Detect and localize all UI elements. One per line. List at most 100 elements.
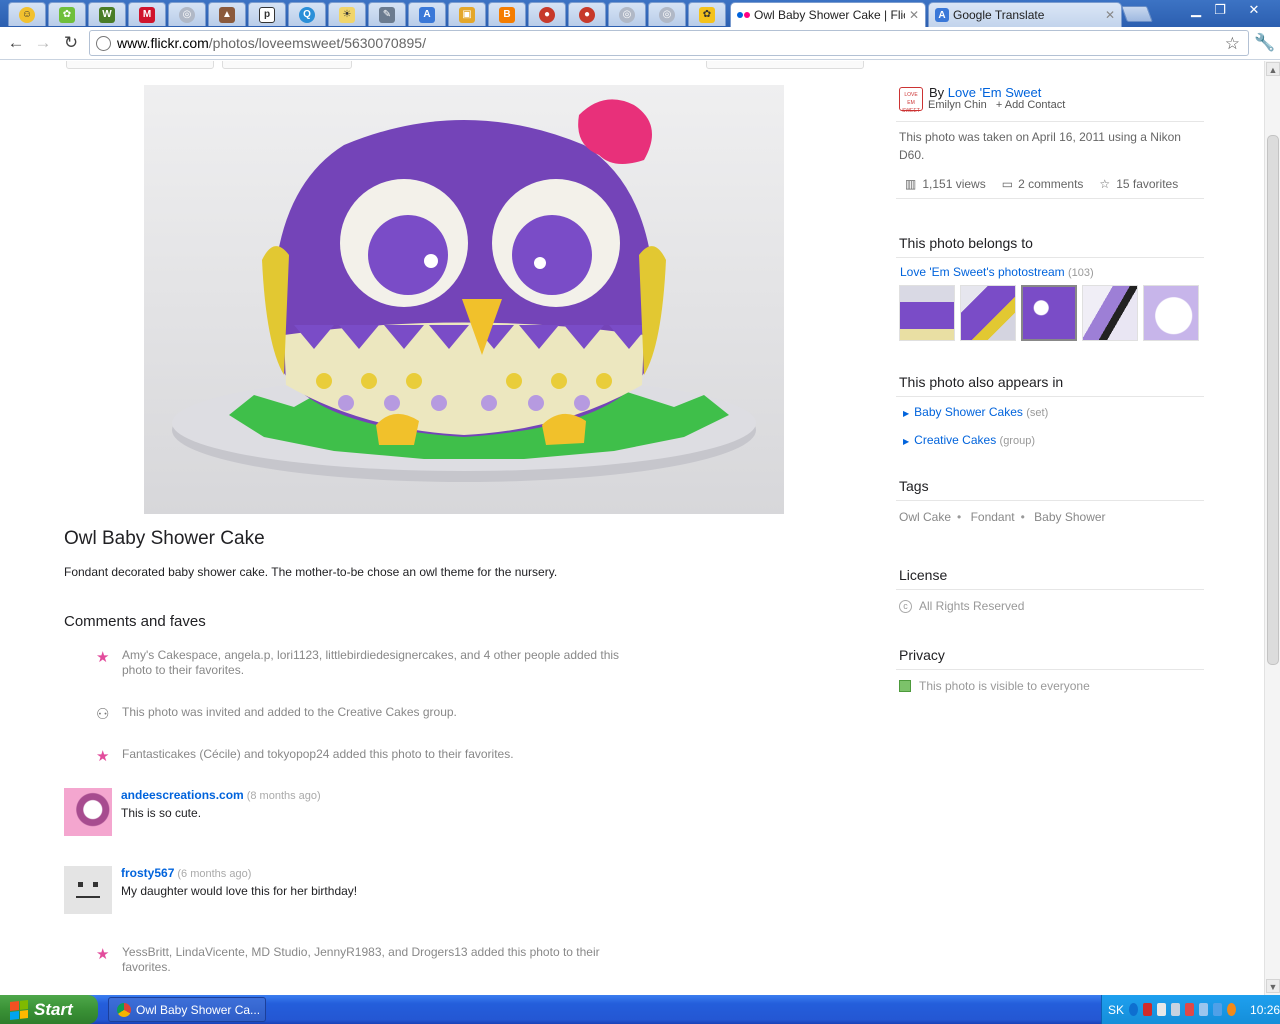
comment-time: (8 months ago)	[246, 790, 321, 802]
triangle-right-icon: ▶	[903, 437, 910, 446]
new-tab-button[interactable]	[1121, 6, 1153, 22]
pinned-tab[interactable]: ●	[568, 2, 606, 26]
tag[interactable]: Fondant	[971, 510, 1015, 524]
thumbnail[interactable]	[899, 285, 955, 341]
license-info: c All Rights Reserved	[899, 599, 1024, 613]
main-photo[interactable]	[144, 85, 784, 514]
bookmark-star-icon[interactable]: ☆	[1225, 34, 1240, 54]
device-icon[interactable]	[1171, 1003, 1181, 1016]
share-bar[interactable]	[222, 61, 352, 69]
owner-realname: Emilyn Chin	[928, 99, 987, 111]
avatar[interactable]	[64, 788, 112, 836]
divider	[896, 669, 1204, 670]
scroll-down-icon[interactable]: ▼	[1266, 979, 1280, 993]
tab-title: Owl Baby Shower Cake | Flickr	[754, 8, 905, 22]
language-indicator[interactable]: SK	[1108, 1003, 1124, 1017]
pinned-tab[interactable]: ☺	[8, 2, 46, 26]
avatar[interactable]	[64, 866, 112, 914]
messenger-icon[interactable]	[1213, 1003, 1223, 1016]
pinned-tab[interactable]: ✿	[688, 2, 726, 26]
thumbnail-selected[interactable]	[1021, 285, 1077, 341]
pinned-tab[interactable]: M	[128, 2, 166, 26]
puzzle-icon: ✎	[379, 6, 395, 23]
restore-button[interactable]: ❐	[1208, 1, 1232, 19]
comment-author-link[interactable]: frosty567	[121, 866, 174, 880]
pinned-tab[interactable]: ◎	[648, 2, 686, 26]
globe-icon: ◎	[619, 6, 635, 23]
pinned-tab[interactable]: p	[248, 2, 286, 26]
security-icon[interactable]	[1185, 1003, 1195, 1016]
photostream-link[interactable]: Love 'Em Sweet's photostream	[900, 265, 1065, 279]
pinned-tab[interactable]: A	[408, 2, 446, 26]
group-icon: ⚇	[96, 706, 110, 723]
update-icon[interactable]	[1227, 1003, 1237, 1016]
add-contact-link[interactable]: + Add Contact	[996, 99, 1065, 111]
photostream-count: (103)	[1068, 267, 1094, 279]
taskbar-item-chrome[interactable]: Owl Baby Shower Ca...	[108, 997, 266, 1022]
volume-icon[interactable]	[1199, 1003, 1209, 1016]
pinned-tab[interactable]: ◎	[608, 2, 646, 26]
minimize-button[interactable]: ▁	[1184, 1, 1208, 19]
comment-author-link[interactable]: andeescreations.com	[121, 788, 244, 802]
pinned-tab[interactable]: ☀	[328, 2, 366, 26]
tab-google-translate[interactable]: A Google Translate ✕	[928, 2, 1122, 27]
pinned-tab[interactable]: ▲	[208, 2, 246, 26]
photo-actions-bar[interactable]	[66, 61, 214, 69]
public-icon	[899, 680, 911, 692]
wrench-icon[interactable]: 🔧	[1254, 33, 1275, 53]
comment-text: This is so cute.	[121, 806, 202, 820]
close-tab-icon[interactable]: ✕	[909, 8, 919, 22]
comments-heading: Comments and faves	[64, 613, 206, 630]
newer-older-bar[interactable]	[706, 61, 864, 69]
license-text[interactable]: All Rights Reserved	[919, 599, 1024, 613]
appears-item: ▶ Baby Shower Cakes (set)	[903, 405, 1048, 419]
tag[interactable]: Owl Cake	[899, 510, 951, 524]
close-window-button[interactable]: ✕	[1242, 1, 1266, 19]
owner-link[interactable]: Love 'Em Sweet	[948, 85, 1042, 100]
views-count: 1,151 views	[922, 177, 986, 191]
taskbar: Start Owl Baby Shower Ca... SK 10:26	[0, 995, 1280, 1024]
photo-description: Fondant decorated baby shower cake. The …	[64, 565, 558, 579]
activity-text: YessBritt, LindaVicente, MD Studio, Jenn…	[122, 945, 600, 974]
forward-icon[interactable]: →	[33, 33, 53, 53]
start-button[interactable]: Start	[0, 995, 98, 1024]
pinned-tab[interactable]: Q	[288, 2, 326, 26]
close-tab-icon[interactable]: ✕	[1105, 8, 1115, 22]
pinned-tab[interactable]: ▣	[448, 2, 486, 26]
scroll-up-icon[interactable]: ▲	[1266, 62, 1280, 76]
thumbnail[interactable]	[1082, 285, 1138, 341]
thumbnail[interactable]	[1143, 285, 1199, 341]
pinned-tab[interactable]: ✎	[368, 2, 406, 26]
reload-icon[interactable]: ↻	[61, 33, 81, 53]
comments-count[interactable]: 2 comments	[1018, 177, 1083, 191]
tag[interactable]: Baby Shower	[1034, 510, 1105, 524]
favorites-count[interactable]: 15 favorites	[1116, 177, 1178, 191]
scrollbar-thumb[interactable]	[1267, 135, 1279, 665]
network-icon[interactable]	[1157, 1003, 1167, 1016]
default-buddy-icon	[76, 882, 100, 898]
privacy-info: This photo is visible to everyone	[899, 679, 1090, 693]
expand-tray-icon[interactable]	[1129, 1003, 1139, 1016]
comment: frosty567 (6 months ago) My daughter woul…	[64, 866, 664, 918]
comment-text: My daughter would love this for her birt…	[121, 884, 358, 898]
back-icon[interactable]: ←	[6, 33, 26, 53]
acrobat-icon[interactable]	[1143, 1003, 1153, 1016]
pinned-tab[interactable]: W	[88, 2, 126, 26]
photo-stats: ▥ 1,151 views ▭ 2 comments ☆ 15 favorites	[899, 177, 1204, 191]
privacy-heading: Privacy	[899, 647, 945, 663]
owner-buddy-icon[interactable]: LOVE EM SWEET	[899, 87, 923, 114]
comment: andeescreations.com (8 months ago) This i…	[64, 788, 664, 840]
tab-flickr[interactable]: Owl Baby Shower Cake | Flickr ✕	[730, 2, 926, 27]
pinned-tab[interactable]: B	[488, 2, 526, 26]
pinned-tab[interactable]: ●	[528, 2, 566, 26]
tag-list: Owl Cake • Fondant • Baby Shower	[899, 510, 1106, 524]
set-link[interactable]: Baby Shower Cakes	[914, 405, 1023, 419]
taken-info: This photo was taken on April 16, 2011 u…	[899, 130, 1181, 162]
group-link[interactable]: Creative Cakes	[914, 433, 996, 447]
pinned-tab[interactable]: ◎	[168, 2, 206, 26]
page-scrollbar[interactable]: ▲ ▼	[1264, 61, 1280, 995]
thumbnail[interactable]	[960, 285, 1016, 341]
pinned-tab[interactable]: ✿	[48, 2, 86, 26]
activity-text: This photo was invited and added to the …	[122, 705, 457, 719]
address-bar[interactable]: www.flickr.com/photos/loveemsweet/563007…	[89, 30, 1249, 56]
